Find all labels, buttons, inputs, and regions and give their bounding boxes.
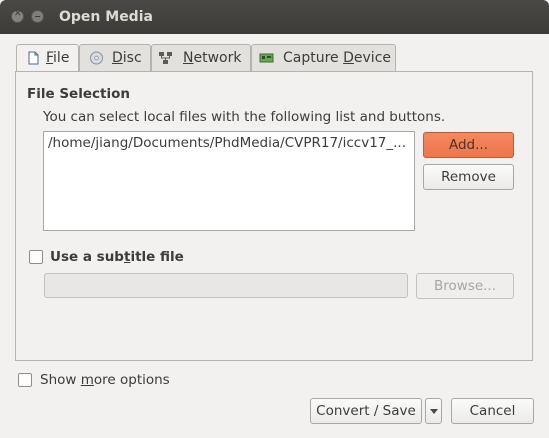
tab-network-label: Network bbox=[183, 50, 242, 66]
minimize-icon[interactable] bbox=[31, 10, 44, 23]
subtitle-path-input[interactable] bbox=[44, 273, 408, 298]
file-selection-title: File Selection bbox=[27, 86, 130, 102]
chevron-down-icon[interactable] bbox=[425, 398, 442, 424]
file-icon bbox=[28, 51, 39, 65]
subtitle-label: Use a subtitle file bbox=[50, 249, 184, 265]
open-media-dialog: Open Media File Disc Network bbox=[0, 0, 549, 438]
cancel-button[interactable]: Cancel bbox=[451, 398, 534, 424]
list-item[interactable]: /home/jiang/Documents/PhdMedia/CVPR17/ic… bbox=[48, 135, 406, 151]
tab-file-label: File bbox=[46, 50, 70, 66]
tab-file[interactable]: File bbox=[16, 44, 79, 73]
file-list[interactable]: /home/jiang/Documents/PhdMedia/CVPR17/ic… bbox=[43, 131, 415, 231]
capture-card-icon bbox=[259, 53, 274, 63]
file-tab-panel: File Selection You can select local file… bbox=[15, 71, 533, 361]
convert-save-button[interactable]: Convert / Save bbox=[310, 398, 422, 424]
tab-capture-device-label: Capture Device bbox=[283, 50, 392, 66]
disc-icon bbox=[90, 51, 103, 65]
title-bar[interactable]: Open Media bbox=[0, 0, 549, 34]
show-more-options-label: Show more options bbox=[40, 372, 170, 388]
file-selection-description: You can select local files with the foll… bbox=[43, 109, 446, 125]
add-file-button[interactable]: Add... bbox=[423, 132, 514, 158]
show-more-options-checkbox[interactable] bbox=[18, 373, 32, 387]
network-icon bbox=[159, 52, 172, 64]
browse-subtitle-button[interactable]: Browse... bbox=[416, 273, 514, 299]
tab-disc-label: Disc bbox=[112, 50, 142, 66]
tab-capture-device[interactable]: Capture Device bbox=[251, 44, 396, 71]
subtitle-checkbox[interactable] bbox=[29, 250, 43, 264]
remove-file-button[interactable]: Remove bbox=[423, 164, 514, 190]
tab-disc[interactable]: Disc bbox=[79, 44, 151, 71]
close-icon[interactable] bbox=[11, 9, 24, 23]
window-title: Open Media bbox=[59, 9, 153, 25]
tab-network[interactable]: Network bbox=[151, 44, 251, 71]
